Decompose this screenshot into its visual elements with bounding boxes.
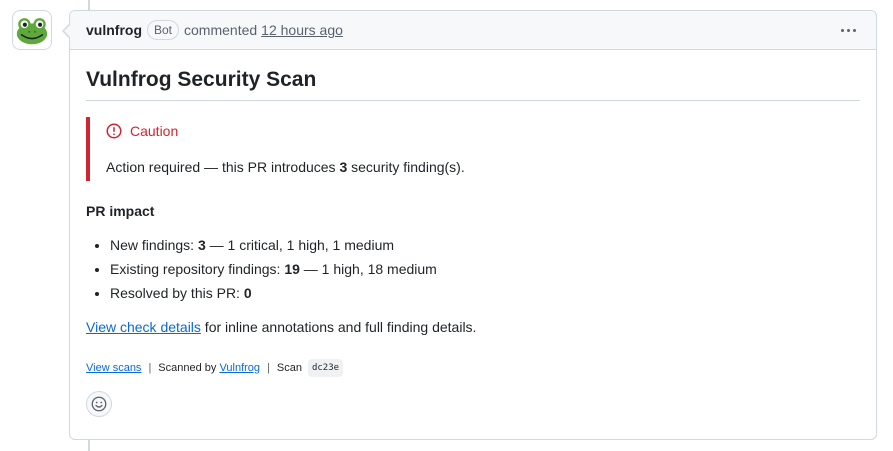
caution-alert: Caution Action required — this PR introd… xyxy=(86,117,860,181)
scanned-by-label: Scanned by xyxy=(158,362,217,374)
alert-title-row: Caution xyxy=(106,121,860,141)
smiley-icon xyxy=(91,396,107,412)
list-item: Resolved by this PR: 0 xyxy=(110,283,860,303)
stop-circle-icon xyxy=(106,123,122,139)
footer-separator: | xyxy=(267,362,270,374)
avatar[interactable] xyxy=(12,10,52,50)
view-check-details-link[interactable]: View check details xyxy=(86,319,201,335)
alert-message: Action required — this PR introduces 3 s… xyxy=(106,157,860,177)
comment-title: Vulnfrog Security Scan xyxy=(86,66,860,101)
item-label: Existing repository findings: xyxy=(110,261,285,277)
comment-timestamp[interactable]: 12 hours ago xyxy=(261,22,343,38)
list-item: Existing repository findings: 19 — 1 hig… xyxy=(110,259,860,279)
alert-text-before: Action required — this PR introduces xyxy=(106,159,340,175)
add-reaction-button[interactable] xyxy=(86,391,112,417)
author-name[interactable]: vulnfrog xyxy=(86,22,142,38)
comment-box: vulnfrog Bot commented 12 hours ago Vuln… xyxy=(62,10,877,440)
details-rest: for inline annotations and full finding … xyxy=(200,319,477,335)
impact-list: New findings: 3 — 1 critical, 1 high, 1 … xyxy=(86,235,860,303)
details-line: View check details for inline annotation… xyxy=(86,317,860,337)
footer-separator: | xyxy=(148,362,152,374)
frog-avatar-icon xyxy=(16,18,48,45)
kebab-horizontal-icon[interactable] xyxy=(837,25,860,36)
item-rest: — 1 high, 18 medium xyxy=(299,261,437,277)
comment-body: Vulnfrog Security Scan Caution Action re… xyxy=(70,50,876,433)
item-value: 3 xyxy=(197,237,206,253)
view-scans-link[interactable]: View scans xyxy=(86,360,141,376)
item-value: 19 xyxy=(284,261,300,277)
bot-badge: Bot xyxy=(147,20,180,40)
item-value: 0 xyxy=(243,285,252,301)
item-label: Resolved by this PR: xyxy=(110,285,244,301)
scan-id: dc23e xyxy=(307,359,344,377)
item-rest: — 1 critical, 1 high, 1 medium xyxy=(205,237,395,253)
item-label: New findings: xyxy=(110,237,198,253)
comment-action: commented xyxy=(184,22,258,38)
comment-header: vulnfrog Bot commented 12 hours ago xyxy=(70,11,876,50)
vulnfrog-link[interactable]: Vulnfrog xyxy=(219,360,260,376)
alert-text-after: security finding(s). xyxy=(347,159,465,175)
impact-heading: PR impact xyxy=(86,203,155,219)
scan-label: Scan xyxy=(276,362,302,374)
list-item: New findings: 3 — 1 critical, 1 high, 1 … xyxy=(110,235,860,255)
scan-footer: View scans | Scanned by Vulnfrog | Scan … xyxy=(86,359,860,377)
comment-caret-fill xyxy=(64,24,71,38)
alert-title: Caution xyxy=(130,123,179,139)
